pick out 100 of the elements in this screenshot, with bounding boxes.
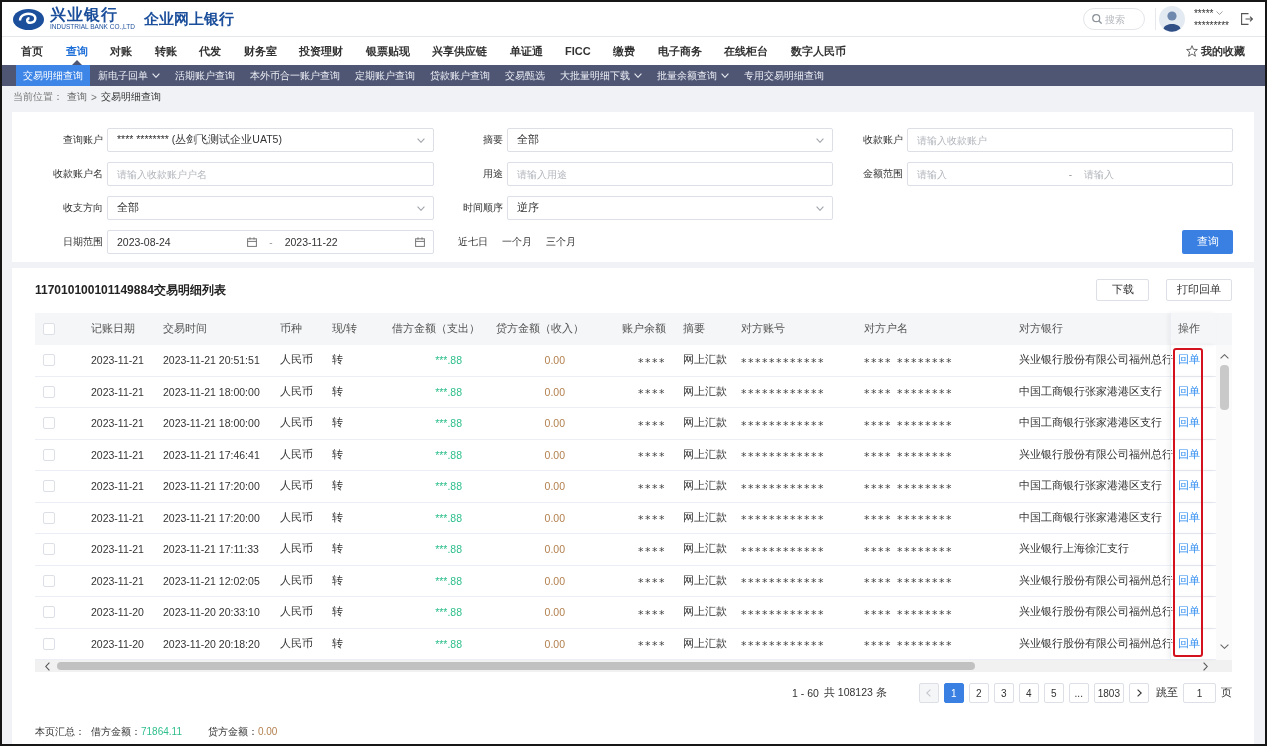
nav-tab[interactable]: 查询	[65, 37, 88, 65]
nav-tab[interactable]: 缴费	[613, 37, 636, 65]
sub-nav-tab[interactable]: 本外币合一账户查询	[243, 65, 347, 86]
checkbox[interactable]	[43, 606, 55, 619]
page-button[interactable]: ...	[1068, 683, 1089, 703]
receipt-link[interactable]: 回单	[1178, 416, 1200, 431]
select-field[interactable]: 逆序	[507, 196, 833, 220]
chevron-down-icon	[816, 205, 824, 211]
sub-nav-tab[interactable]: 活期账户查询	[168, 65, 242, 86]
quick-range-link[interactable]: 三个月	[546, 235, 576, 249]
page-button[interactable]: 1803	[1093, 683, 1124, 703]
summary-value: 0.00	[257, 726, 278, 737]
sub-nav-tab[interactable]: 交易甄选	[498, 65, 552, 86]
user-menu[interactable]: *****	[1193, 7, 1229, 19]
receipt-link[interactable]: 回单	[1178, 542, 1200, 557]
masked-text: ************	[741, 355, 825, 369]
select-field[interactable]: 全部	[107, 196, 434, 220]
table-cell: 中国工商银行张家港港区支行	[1019, 384, 1162, 397]
masked-text: **** ********	[864, 576, 953, 590]
checkbox[interactable]	[43, 574, 55, 587]
nav-tab[interactable]: 财务室	[243, 37, 277, 65]
sub-nav-tab[interactable]: 批量余额查询	[650, 65, 736, 86]
checkbox[interactable]	[43, 511, 55, 524]
checkbox[interactable]	[43, 448, 55, 461]
table-cell: 网上汇款	[683, 542, 727, 555]
checkbox[interactable]	[43, 385, 55, 398]
nav-tab[interactable]: 代发	[199, 37, 221, 65]
balance-value: ****	[638, 607, 666, 621]
sub-nav-tab[interactable]: 贷款账户查询	[423, 65, 497, 86]
user-account: *********	[1193, 20, 1229, 31]
breadcrumb-link[interactable]: 查询	[67, 90, 87, 104]
nav-tab[interactable]: 银票贴现	[365, 37, 410, 65]
sub-nav-tab[interactable]: 交易明细查询	[16, 65, 90, 86]
credit-amount: 0.00	[544, 480, 565, 493]
page-button[interactable]: 1	[943, 683, 964, 703]
sub-nav-tab[interactable]: 大批量明细下载	[553, 65, 649, 86]
logout-icon[interactable]	[1241, 13, 1253, 25]
min-amount-input[interactable]: 请输入	[917, 165, 1057, 183]
checkbox[interactable]	[43, 323, 55, 335]
page-button[interactable]: 3	[993, 683, 1014, 703]
nav-tab[interactable]: 电子商务	[657, 37, 702, 65]
action-button[interactable]: 下载	[1096, 279, 1149, 301]
receipt-link[interactable]: 回单	[1178, 573, 1200, 588]
table-cell: 2023-11-21 17:20:00	[163, 480, 260, 493]
favorites-button[interactable]: 我的收藏	[1186, 37, 1245, 65]
input-field[interactable]: 请输入收款账户户名	[107, 162, 434, 186]
page-button[interactable]: 2	[968, 683, 989, 703]
sub-nav-tab[interactable]: 新电子回单	[91, 65, 167, 86]
table-cell: 2023-11-21 12:02:05	[163, 574, 260, 587]
checkbox[interactable]	[43, 417, 55, 430]
logo-icon	[13, 8, 44, 30]
input-field[interactable]: 请输入收款账户	[907, 128, 1233, 152]
action-button[interactable]: 打印回单	[1166, 279, 1232, 301]
sub-nav-tab[interactable]: 定期账户查询	[348, 65, 422, 86]
receipt-link[interactable]: 回单	[1178, 605, 1200, 620]
select-field[interactable]: 全部	[507, 128, 833, 152]
nav-tab[interactable]: 数字人民币	[790, 37, 846, 65]
receipt-link[interactable]: 回单	[1178, 510, 1200, 525]
search-icon	[1091, 14, 1102, 24]
checkbox[interactable]	[43, 354, 55, 367]
horizontal-scrollbar[interactable]	[35, 660, 1232, 672]
page-input[interactable]: 1	[1183, 683, 1216, 703]
search-field[interactable]: 搜索	[1082, 8, 1145, 30]
page-button[interactable]: 4	[1018, 683, 1039, 703]
nav-tab[interactable]: 单证通	[509, 37, 543, 65]
nav-tab[interactable]: 兴享供应链	[432, 37, 487, 65]
table-cell: 2023-11-21	[91, 385, 144, 398]
nav-tab[interactable]: 首页	[21, 37, 43, 65]
receipt-link[interactable]: 回单	[1178, 447, 1200, 462]
date-range-field[interactable]: 2023-08-24 - 2023-11-22	[107, 230, 434, 254]
receipt-link[interactable]: 回单	[1178, 384, 1200, 399]
nav-tab[interactable]: FICC	[565, 37, 591, 65]
receipt-link[interactable]: 回单	[1178, 479, 1200, 494]
receipt-link[interactable]: 回单	[1178, 636, 1200, 651]
table-title: 117010100101149884交易明细列表	[35, 281, 226, 299]
quick-range-link[interactable]: 近七日	[458, 235, 488, 249]
summary-label: 贷方金额：	[207, 726, 258, 737]
page-button[interactable]: 5	[1043, 683, 1064, 703]
query-button[interactable]: 查询	[1182, 230, 1233, 254]
vertical-scrollbar[interactable]	[1216, 345, 1232, 660]
nav-tab[interactable]: 投资理财	[299, 37, 343, 65]
checkbox[interactable]	[43, 637, 55, 650]
select-field[interactable]: **** ******** (丛剑飞测试企业UAT5)	[107, 128, 434, 152]
receipt-link[interactable]: 回单	[1178, 353, 1200, 368]
sub-nav-tab[interactable]: 专用交易明细查询	[737, 65, 831, 86]
checkbox[interactable]	[43, 480, 55, 493]
scrollbar-thumb[interactable]	[57, 662, 975, 670]
nav-tab[interactable]: 在线柜台	[724, 37, 769, 65]
scrollbar-thumb[interactable]	[1219, 365, 1229, 410]
table-cell: 转	[332, 510, 343, 523]
nav-tab[interactable]: 转账	[154, 37, 177, 65]
max-amount-input[interactable]: 请输入	[1084, 165, 1224, 183]
next-page-button[interactable]	[1129, 683, 1149, 703]
checkbox[interactable]	[43, 543, 55, 556]
input-field[interactable]: 请输入用途	[507, 162, 833, 186]
masked-text: ************	[741, 544, 825, 558]
masked-text: ************	[741, 481, 825, 495]
nav-tab[interactable]: 对账	[110, 37, 132, 65]
star-icon	[1186, 45, 1198, 57]
quick-range-link[interactable]: 一个月	[502, 235, 532, 249]
